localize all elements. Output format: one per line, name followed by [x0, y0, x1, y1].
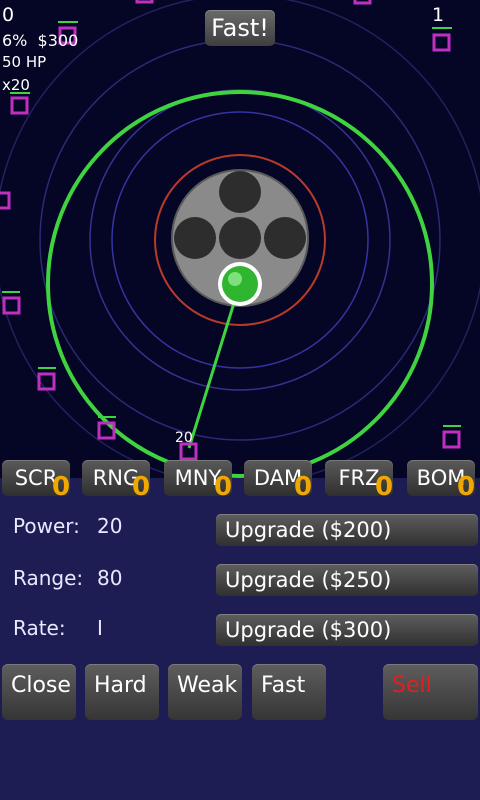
tab-rng-count: 0	[132, 472, 151, 502]
base-slot-top	[219, 171, 261, 213]
wave-number: 1	[432, 4, 445, 26]
enemy	[37, 367, 56, 391]
weak-button[interactable]: Weak	[168, 664, 242, 720]
multiplier-text: x20	[2, 76, 30, 94]
rate-label: Rate:	[13, 616, 66, 640]
upgrade-range-button[interactable]: Upgrade ($250)	[216, 564, 478, 596]
upgrade-rate-button[interactable]: Upgrade ($300)	[216, 614, 478, 646]
hp-text: 50 HP	[2, 53, 47, 71]
close-button[interactable]: Close	[2, 664, 76, 720]
range-value: 80	[97, 566, 123, 590]
fast-forward-button[interactable]: Fast!	[205, 10, 275, 46]
tab-bom-count: 0	[457, 472, 476, 502]
enemy	[442, 425, 461, 449]
fast-button[interactable]: Fast	[252, 664, 326, 720]
tower-level-label: 20	[175, 430, 193, 446]
tab-mny-count: 0	[214, 472, 233, 502]
enemy	[353, 0, 372, 5]
sell-button[interactable]: Sell	[383, 664, 478, 720]
base-slot-center	[219, 217, 261, 259]
enemy	[2, 291, 21, 315]
tab-scr-count: 0	[52, 472, 71, 502]
range-label: Range:	[13, 566, 84, 590]
tab-frz-count: 0	[375, 472, 394, 502]
tab-dam-count: 0	[294, 472, 313, 502]
upgrade-power-button[interactable]: Upgrade ($200)	[216, 514, 478, 546]
hard-button[interactable]: Hard	[85, 664, 159, 720]
enemy	[0, 191, 11, 210]
base-slot-right	[264, 217, 306, 259]
rate-value: I	[97, 616, 103, 640]
power-value: 20	[97, 514, 123, 538]
power-label: Power:	[13, 514, 80, 538]
enemy	[432, 27, 452, 52]
score-text: 0	[2, 4, 15, 26]
percent-money-text: 6% $300	[2, 31, 79, 50]
enemy	[135, 0, 154, 4]
base-slot-left	[174, 217, 216, 259]
enemy	[10, 92, 30, 115]
